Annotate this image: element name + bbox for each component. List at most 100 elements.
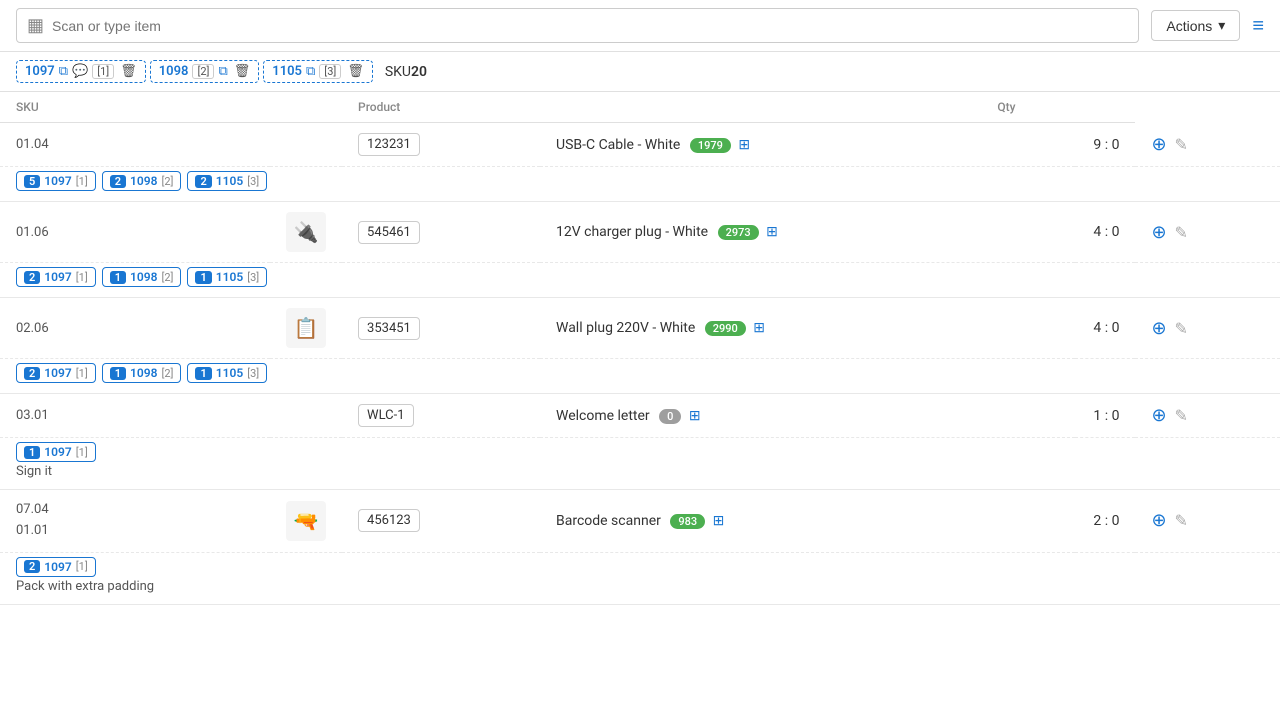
edit-icon[interactable]: ✎ xyxy=(1175,135,1188,154)
tab-1098[interactable]: 1098 [2] ⧉ 🗑 xyxy=(150,60,260,83)
qty-value-cell: 2 : 0 xyxy=(1075,490,1135,553)
scan-input-wrap[interactable]: ▦ xyxy=(16,8,1139,43)
tag-badge[interactable]: 21098[2] xyxy=(102,171,182,191)
tag-cell: 21097[1] 11098[2] 11105[3] xyxy=(0,359,1280,394)
scan-input[interactable] xyxy=(52,18,1128,34)
add-icon[interactable]: ⊕ xyxy=(1151,134,1166,155)
product-cell: 12V charger plug - White 2973 ⊞ xyxy=(540,202,1075,263)
qty-value-cell: 1 : 0 xyxy=(1075,394,1135,438)
top-bar: ▦ Actions ▾ ≡ xyxy=(0,0,1280,52)
tab-1105-copy-icon[interactable]: ⧉ xyxy=(306,64,315,79)
tag-badges: 21097[1] xyxy=(16,557,1264,577)
qty-label: SKU20 xyxy=(385,64,427,80)
expand-icon[interactable]: ⊞ xyxy=(738,137,750,153)
actions-label: Actions xyxy=(1166,18,1212,34)
sku-cell: 353451 xyxy=(342,298,540,359)
expand-icon[interactable]: ⊞ xyxy=(766,224,778,240)
expand-icon[interactable]: ⊞ xyxy=(713,513,725,529)
tab-1098-copy-icon[interactable]: ⧉ xyxy=(218,64,227,79)
tag-badges: 21097[1] 11098[2] 11105[3] xyxy=(16,267,1264,287)
tag-badges: 51097[1] 21098[2] 21105[3] xyxy=(16,171,1264,191)
action-cell: ⊕ ✎ xyxy=(1135,202,1280,263)
expand-icon[interactable]: ⊞ xyxy=(753,320,765,336)
add-icon[interactable]: ⊕ xyxy=(1151,222,1166,243)
table-row: 02.06 📋 353451 Wall plug 220V - White 29… xyxy=(0,298,1280,359)
tab-1105-id: 1105 xyxy=(272,64,302,79)
col-header-qty: Qty xyxy=(540,92,1075,123)
qty-value: 20 xyxy=(411,64,427,80)
tab-1097-delete-icon[interactable]: 🗑 xyxy=(120,64,137,79)
tab-1098-badge: [2] xyxy=(192,64,214,79)
product-badge: 0 xyxy=(659,409,681,424)
edit-icon[interactable]: ✎ xyxy=(1175,223,1188,242)
tag-badge[interactable]: 11097[1] xyxy=(16,442,96,462)
tab-1105-delete-icon[interactable]: 🗑 xyxy=(347,64,364,79)
tag-badge[interactable]: 21097[1] xyxy=(16,267,96,287)
actions-button[interactable]: Actions ▾ xyxy=(1151,10,1240,41)
edit-icon[interactable]: ✎ xyxy=(1175,511,1188,530)
add-icon[interactable]: ⊕ xyxy=(1151,510,1166,531)
img-cell xyxy=(270,123,342,167)
tag-row-4: 11097[1] Sign it xyxy=(0,438,1280,490)
tab-1097-chat-badge: [1] xyxy=(92,64,114,79)
edit-icon[interactable]: ✎ xyxy=(1175,319,1188,338)
sku-cell: 456123 xyxy=(342,490,540,553)
actions-arrow-icon: ▾ xyxy=(1218,17,1225,34)
pos-cell: 03.01 xyxy=(0,394,270,438)
tag-row-1: 51097[1] 21098[2] 21105[3] xyxy=(0,167,1280,202)
table-row: 01.04 123231 USB-C Cable - White 1979 ⊞ … xyxy=(0,123,1280,167)
qty-value-cell: 9 : 0 xyxy=(1075,123,1135,167)
sku-cell: WLC-1 xyxy=(342,394,540,438)
product-name: Welcome letter xyxy=(556,408,650,424)
tab-1098-delete-icon[interactable]: 🗑 xyxy=(234,64,251,79)
tag-row-3: 21097[1] 11098[2] 11105[3] xyxy=(0,359,1280,394)
tab-1097-copy-icon[interactable]: ⧉ xyxy=(59,64,68,79)
tag-badge[interactable]: 11098[2] xyxy=(102,363,182,383)
img-cell: 🔫 xyxy=(270,490,342,553)
tag-badge[interactable]: 51097[1] xyxy=(16,171,96,191)
tag-badge[interactable]: 11098[2] xyxy=(102,267,182,287)
table-row: 03.01 WLC-1 Welcome letter 0 ⊞ 1 : 0 ⊕ ✎ xyxy=(0,394,1280,438)
product-cell: Welcome letter 0 ⊞ xyxy=(540,394,1075,438)
img-cell: 🔌 xyxy=(270,202,342,263)
edit-icon[interactable]: ✎ xyxy=(1175,406,1188,425)
product-name: 12V charger plug - White xyxy=(556,224,708,240)
tag-badge[interactable]: 21097[1] xyxy=(16,557,96,577)
tag-badge[interactable]: 11105[3] xyxy=(187,267,267,287)
table-row: 01.06 🔌 545461 12V charger plug - White … xyxy=(0,202,1280,263)
tab-1097-chat-icon[interactable]: 💬 xyxy=(72,64,88,79)
qty-value-cell: 4 : 0 xyxy=(1075,298,1135,359)
img-cell: 📋 xyxy=(270,298,342,359)
product-image: 🔌 xyxy=(286,212,326,252)
product-badge: 1979 xyxy=(690,138,731,153)
pos-cell: 01.04 xyxy=(0,123,270,167)
hamburger-icon[interactable]: ≡ xyxy=(1252,13,1264,38)
product-cell: Wall plug 220V - White 2990 ⊞ xyxy=(540,298,1075,359)
product-name: USB-C Cable - White xyxy=(556,137,680,153)
note-text: Sign it xyxy=(16,464,1264,479)
action-cell: ⊕ ✎ xyxy=(1135,123,1280,167)
product-name: Wall plug 220V - White xyxy=(556,320,695,336)
sku-value: 123231 xyxy=(358,133,420,156)
expand-icon[interactable]: ⊞ xyxy=(689,408,701,424)
action-cell: ⊕ ✎ xyxy=(1135,490,1280,553)
product-badge: 983 xyxy=(670,514,705,529)
tab-1105[interactable]: 1105 ⧉ [3] 🗑 xyxy=(263,60,373,83)
tag-badge[interactable]: 21105[3] xyxy=(187,171,267,191)
add-icon[interactable]: ⊕ xyxy=(1151,405,1166,426)
tab-1097[interactable]: 1097 ⧉ 💬 [1] 🗑 xyxy=(16,60,146,83)
product-image: 🔫 xyxy=(286,501,326,541)
product-table: SKU Product Qty 01.04 123231 USB-C Cable… xyxy=(0,92,1280,605)
product-cell: USB-C Cable - White 1979 ⊞ xyxy=(540,123,1075,167)
add-icon[interactable]: ⊕ xyxy=(1151,318,1166,339)
product-table-wrap: SKU Product Qty 01.04 123231 USB-C Cable… xyxy=(0,92,1280,605)
tab-1097-id: 1097 xyxy=(25,64,55,79)
tag-badges: 11097[1] xyxy=(16,442,1264,462)
action-icons: ⊕ ✎ xyxy=(1151,134,1264,155)
tag-badge[interactable]: 21097[1] xyxy=(16,363,96,383)
tag-badge[interactable]: 11105[3] xyxy=(187,363,267,383)
pos-cell: 01.06 xyxy=(0,202,270,263)
tag-row-2: 21097[1] 11098[2] 11105[3] xyxy=(0,263,1280,298)
action-icons: ⊕ ✎ xyxy=(1151,222,1264,243)
table-header: SKU Product Qty xyxy=(0,92,1280,123)
